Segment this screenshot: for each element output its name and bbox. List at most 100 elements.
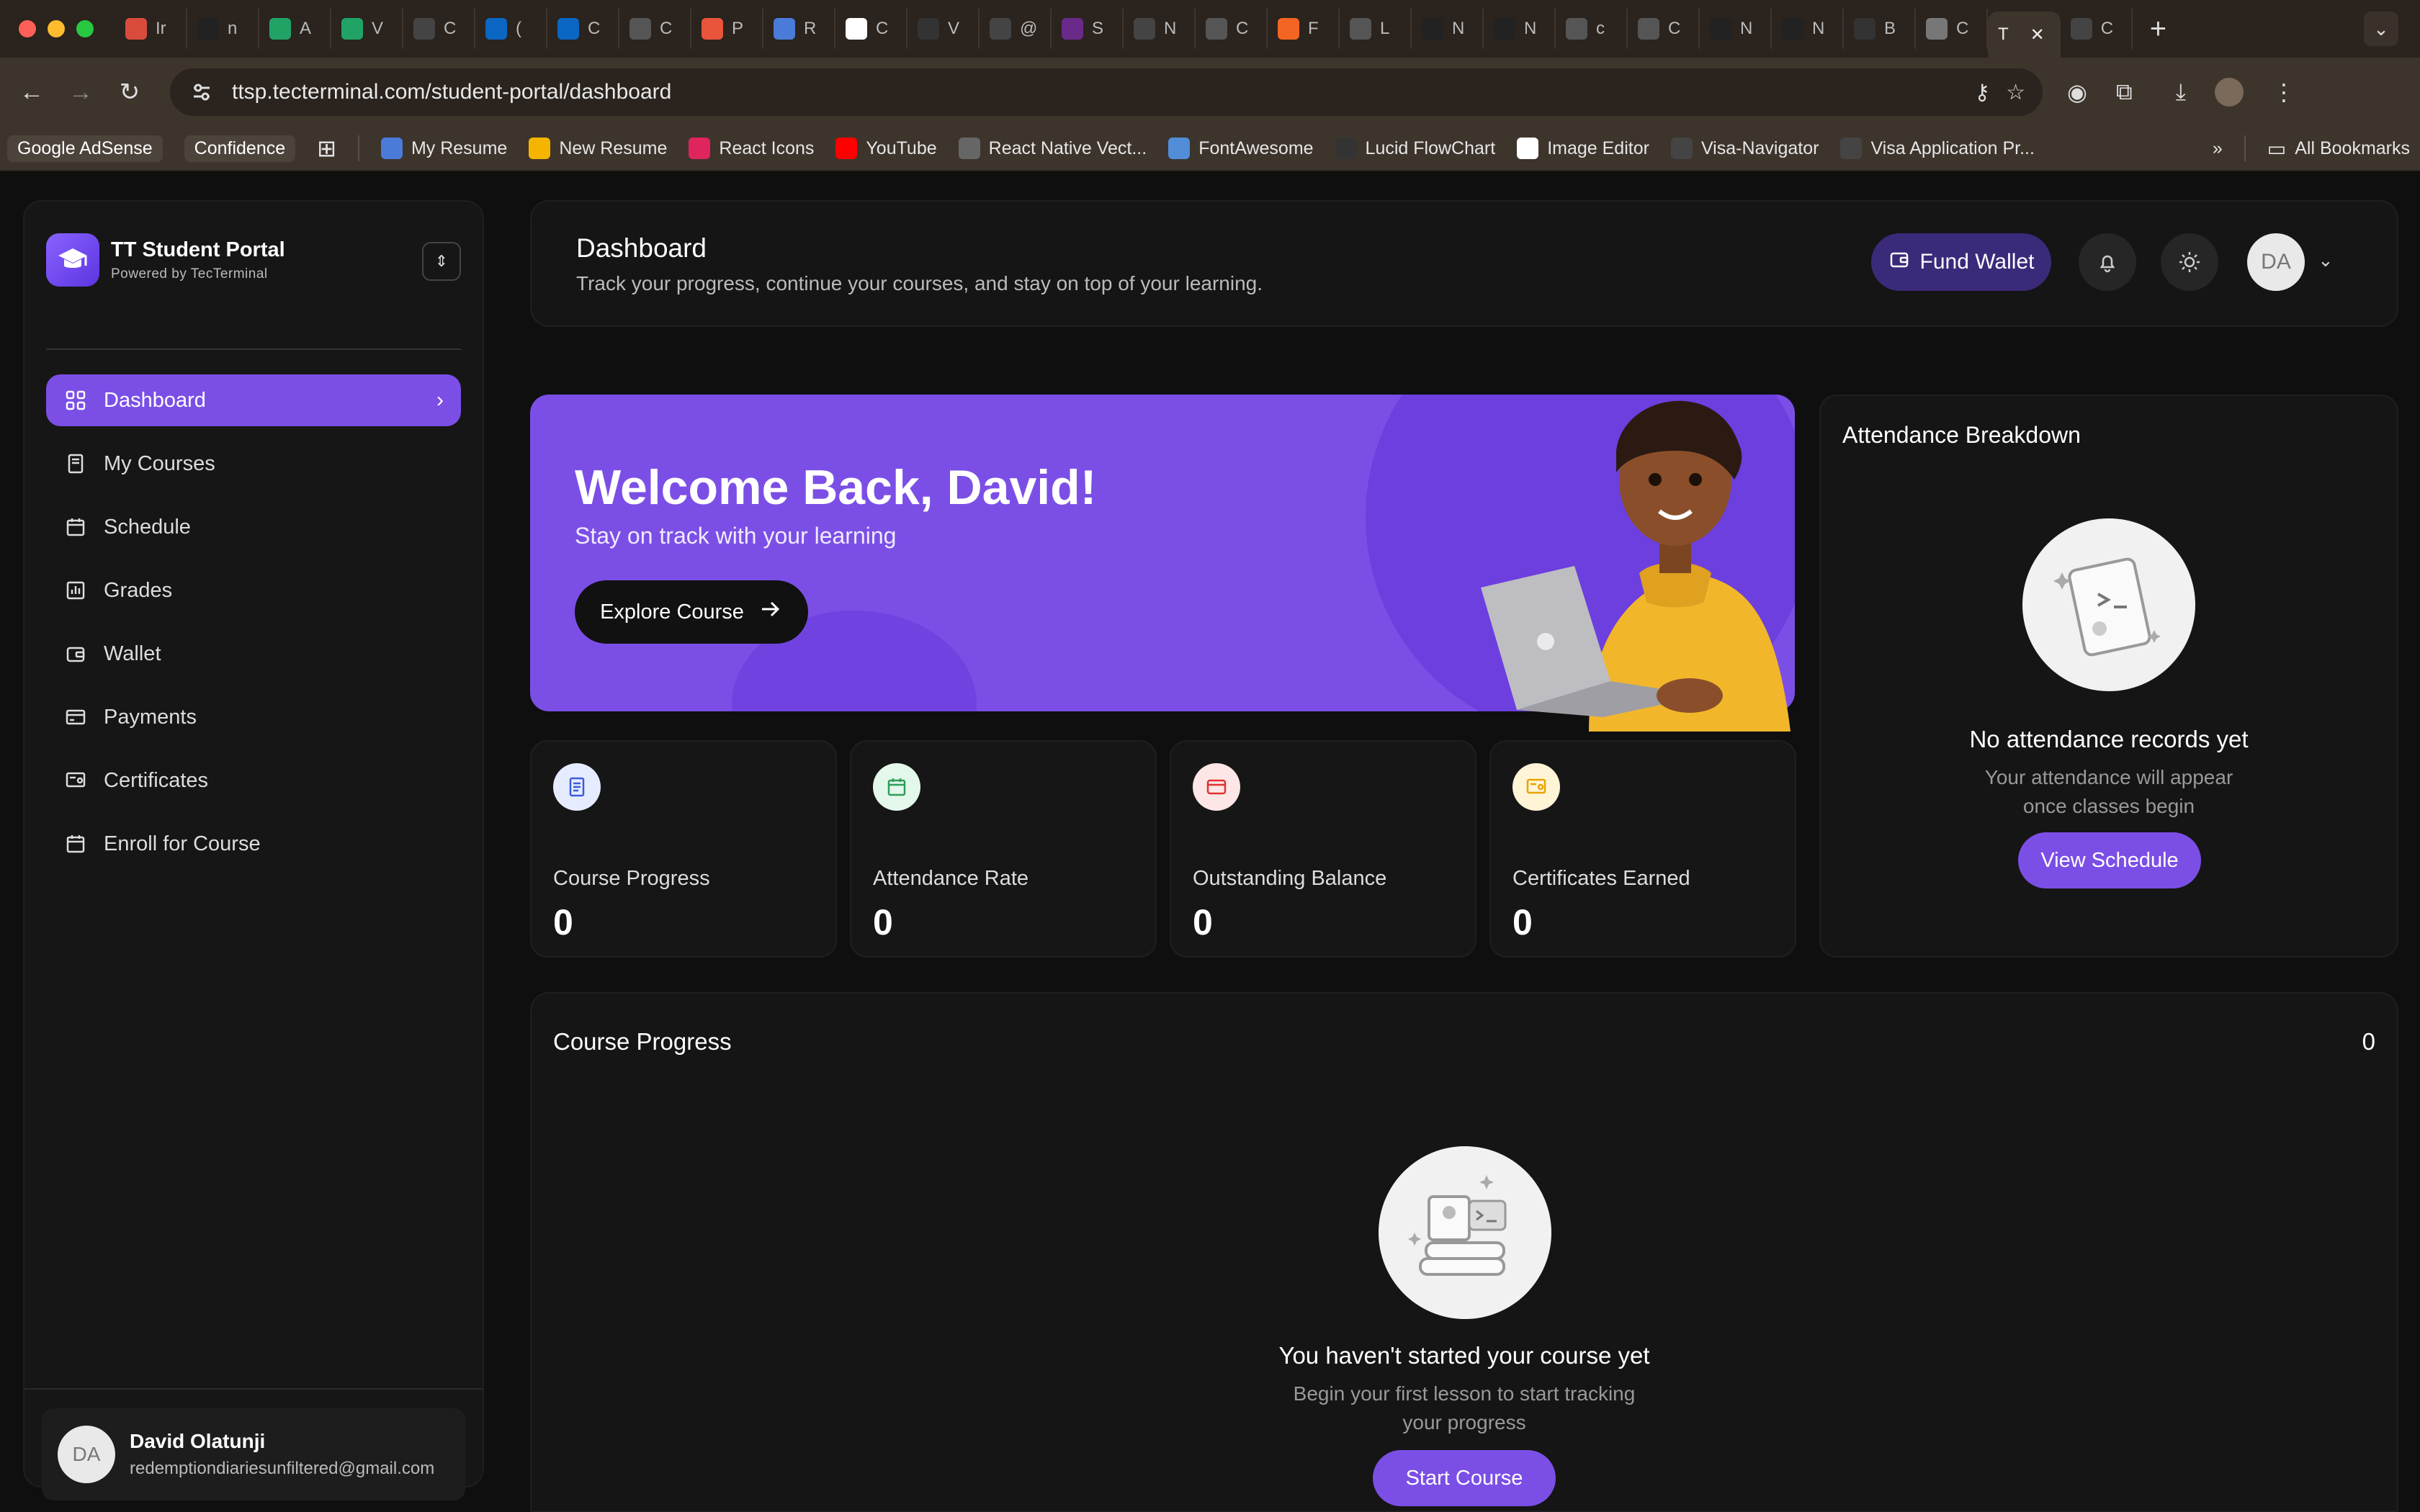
back-button[interactable]: ← [7,78,56,107]
visa-icon [1670,138,1693,159]
start-course-button[interactable]: Start Course [1373,1450,1556,1506]
maximize-window-button[interactable] [76,20,94,37]
bookmark-item[interactable]: React Native Vect... [958,138,1147,159]
bookmark-item[interactable]: My Resume [380,138,507,159]
header-avatar[interactable]: DA [2247,233,2305,291]
sidebar-item-grades[interactable]: Grades [46,564,461,616]
tab-label: N [1524,19,1537,38]
close-window-button[interactable] [19,20,36,37]
sidebar-item-certificates[interactable]: Certificates [46,755,461,806]
welcome-subtitle: Stay on track with your learning [575,523,897,549]
browser-tab[interactable]: C [2061,9,2133,49]
linkedin-icon [557,18,579,40]
browser-tab[interactable]: L [1340,9,1412,49]
translate-icon[interactable]: ◉ [2067,78,2087,106]
bookmark-star-icon[interactable]: ☆ [2006,80,2025,105]
browser-tab[interactable]: C [1916,9,1988,49]
browser-tab[interactable]: c [1556,9,1628,49]
bookmark-item[interactable]: Google AdSense [7,135,163,162]
browser-tab[interactable]: A [259,9,331,49]
empty-courses-illustration-icon [1379,1146,1551,1319]
forward-button[interactable]: → [56,78,105,107]
bookmark-item[interactable]: Confidence [184,135,296,162]
browser-tab[interactable]: V [331,9,403,49]
all-bookmarks-button[interactable]: ▭ All Bookmarks [2267,137,2410,161]
browser-tab[interactable]: P [691,9,763,49]
sidebar-item-enroll-for-course[interactable]: Enroll for Course [46,818,461,870]
stat-card-attendance-rate: Attendance Rate 0 [850,740,1157,958]
browser-tab[interactable]: C [835,9,908,49]
bookmark-item[interactable]: YouTube [835,138,937,159]
m-icon [1422,18,1443,40]
chevron-down-icon[interactable]: ⌄ [2318,249,2334,271]
bookmark-item[interactable]: Image Editor [1517,138,1649,159]
graduation-cap-logo-icon [46,233,99,287]
browser-tab[interactable]: Ir [115,9,187,49]
browser-tab[interactable]: C [1628,9,1700,49]
browser-tab[interactable]: ( [475,9,547,49]
tab-search-button[interactable]: ⌄ [2364,12,2398,46]
browser-tab[interactable]: B [1844,9,1916,49]
all-bookmarks-label: All Bookmarks [2295,138,2410,158]
visa-icon [1840,138,1863,159]
browser-tab[interactable]: N [1124,9,1196,49]
theme-sun-icon[interactable] [2161,233,2218,291]
browser-tab-active[interactable]: T ✕ [1988,12,2061,58]
tab-label: Ir [156,19,166,38]
apps-grid-icon[interactable]: ⊞ [317,135,336,162]
sheets-icon [269,18,291,40]
browser-tab[interactable]: R [763,9,835,49]
bookmark-item[interactable]: Lucid FlowChart [1335,138,1495,159]
extensions-puzzle-icon[interactable]: ⧉ [2116,78,2133,106]
browser-tab[interactable]: V [908,9,980,49]
browser-tab[interactable]: S [1052,9,1124,49]
bookmark-item[interactable]: FontAwesome [1168,138,1314,159]
fund-wallet-button[interactable]: Fund Wallet [1871,233,2051,291]
browser-tab[interactable]: F [1268,9,1340,49]
bookmark-item[interactable]: Visa-Navigator [1670,138,1819,159]
sidebar-item-my-courses[interactable]: My Courses [46,438,461,490]
minimize-window-button[interactable] [48,20,65,37]
browser-menu-icon[interactable]: ⋮ [2272,78,2295,106]
browser-tab[interactable]: N [1412,9,1484,49]
sidebar-item-label: Payments [104,705,197,729]
browser-tab[interactable]: N [1484,9,1556,49]
browser-tab[interactable]: N [1700,9,1772,49]
sidebar-item-schedule[interactable]: Schedule [46,501,461,553]
sidebar-item-dashboard[interactable]: Dashboard › [46,374,461,426]
notification-bell-icon[interactable] [2079,233,2136,291]
chevron-up-down-icon[interactable]: ⇕ [422,242,461,281]
more-bookmarks-chevron-icon[interactable]: » [2213,138,2223,159]
url-text[interactable]: ttsp.tecterminal.com/student-portal/dash… [232,80,1958,104]
site-info-icon[interactable] [187,78,216,107]
browser-tab[interactable]: C [547,9,619,49]
browser-tab[interactable]: C [403,9,475,49]
browser-tab[interactable]: N [1772,9,1844,49]
browser-tab[interactable]: @ [980,9,1052,49]
sidebar-item-label: Schedule [104,515,191,539]
view-schedule-button[interactable]: View Schedule [2018,832,2201,888]
tab-label: @ [1020,19,1038,38]
tab-label: B [1884,19,1896,38]
explore-course-button[interactable]: Explore Course [575,580,808,644]
sidebar-item-payments[interactable]: Payments [46,691,461,743]
user-card[interactable]: DA David Olatunji redemptiondiariesunfil… [42,1408,465,1500]
browser-tab[interactable]: C [1196,9,1268,49]
address-bar[interactable]: ttsp.tecterminal.com/student-portal/dash… [170,68,2043,116]
empty-attendance-illustration-icon [2022,518,2195,691]
new-tab-button[interactable]: + [2133,14,2184,43]
close-tab-icon[interactable]: ✕ [2030,24,2045,45]
screen: Ir n A V C(C C P R C V @ S N C F L N Nc C N N B C T ✕ C + ⌄ ← → ↻ … [0,0,2420,1512]
browser-tab[interactable]: n [187,9,259,49]
sidebar-item-wallet[interactable]: Wallet [46,628,461,680]
browser-tab[interactable]: C [619,9,691,49]
download-icon[interactable]: ⤓ [2176,78,2186,106]
password-key-icon[interactable]: ⚷ [1974,80,1990,105]
reload-button[interactable]: ↻ [105,78,154,107]
profile-avatar-icon[interactable] [2214,78,2244,107]
bookmark-item[interactable]: Visa Application Pr... [1840,138,2035,159]
bookmark-item[interactable]: React Icons [689,138,814,159]
bookmark-item[interactable]: New Resume [529,138,667,159]
bookmark-label: React Icons [719,138,815,158]
sidebar-item-label: Dashboard [104,388,206,412]
